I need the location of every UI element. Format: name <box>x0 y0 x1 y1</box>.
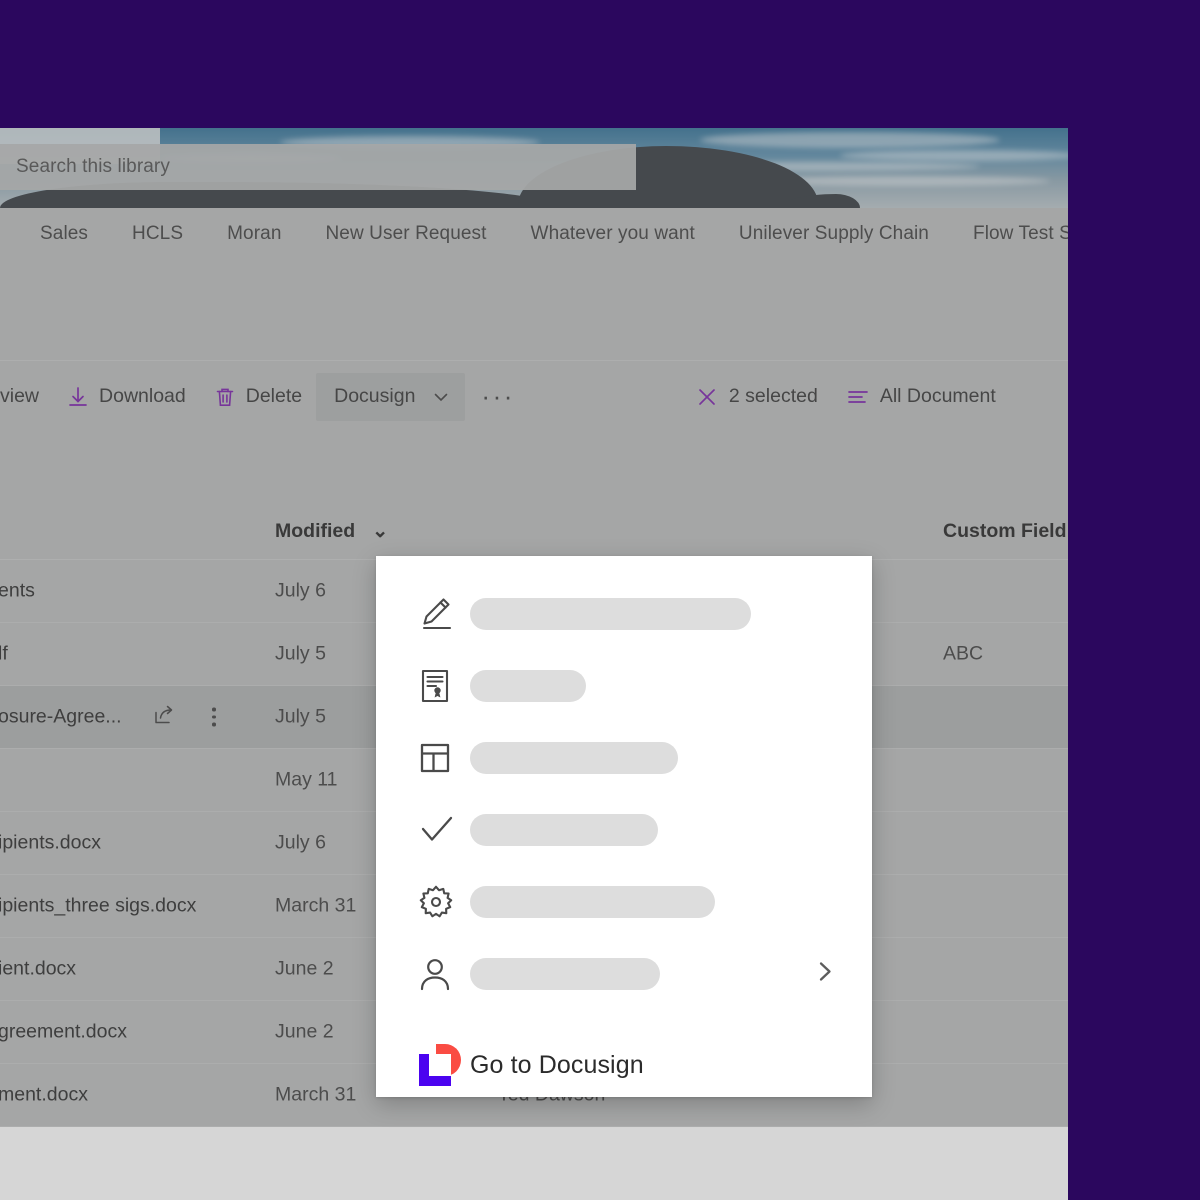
nav-tab-sales[interactable]: Sales <box>18 223 110 245</box>
menu-item-template[interactable] <box>376 722 872 794</box>
chevron-right-icon[interactable] <box>814 959 836 990</box>
trash-icon <box>214 386 236 408</box>
view-switcher-button[interactable]: All Document <box>832 373 1010 421</box>
delete-button[interactable]: Delete <box>200 373 316 421</box>
docusign-menu-items <box>376 556 872 1010</box>
more-commands-button[interactable]: ··· <box>465 373 530 421</box>
clear-selection-button[interactable]: 2 selected <box>681 373 832 421</box>
menu-item-label-placeholder <box>470 598 751 630</box>
download-icon <box>67 386 89 408</box>
file-name[interactable]: ipients.docx <box>0 832 101 855</box>
file-modified: July 5 <box>275 706 326 729</box>
column-header-custom-field[interactable]: Custom Field <box>943 520 1067 543</box>
view-switcher-label: All Document <box>880 385 996 408</box>
menu-item-settings[interactable] <box>376 866 872 938</box>
command-toolbar: view Download <box>0 360 1068 432</box>
list-view-icon <box>846 385 870 409</box>
row-actions <box>152 703 216 732</box>
menu-item-label-placeholder <box>470 958 660 990</box>
file-modified: July 6 <box>275 832 326 855</box>
docusign-dropdown-menu: Go to Docusign <box>376 556 872 1097</box>
file-modified: June 2 <box>275 1021 334 1044</box>
nav-tab-new-user-request[interactable]: New User Request <box>303 223 508 245</box>
file-name[interactable]: greement.docx <box>0 1021 127 1044</box>
nav-tab-flow-test-site[interactable]: Flow Test Site <box>951 223 1068 245</box>
nav-tab-moran[interactable]: Moran <box>205 223 303 245</box>
menu-item-label-placeholder <box>470 742 678 774</box>
content-gap <box>0 260 1068 360</box>
screen: Search this library Sales HCLS Moran New… <box>0 0 1200 1200</box>
search-input[interactable]: Search this library <box>0 144 636 190</box>
signature-pen-icon <box>418 595 470 633</box>
checkmark-icon <box>418 813 470 847</box>
nav-tab-unilever-supply-chain[interactable]: Unilever Supply Chain <box>717 223 951 245</box>
docusign-dropdown-button[interactable]: Docusign <box>316 373 465 421</box>
file-name[interactable]: ment.docx <box>0 1084 88 1107</box>
sort-caret-icon[interactable]: ⌄ <box>372 519 388 543</box>
docusign-logo-icon <box>418 1043 470 1087</box>
file-name[interactable]: ient.docx <box>0 958 76 981</box>
file-name[interactable]: ents <box>0 580 35 603</box>
file-name[interactable]: osure-Agree... <box>0 706 122 729</box>
menu-item-recipients[interactable] <box>376 938 872 1010</box>
menu-item-label-placeholder <box>470 670 586 702</box>
close-icon <box>695 385 719 409</box>
go-to-docusign-button[interactable]: Go to Docusign <box>376 1026 872 1104</box>
view-label: view <box>0 385 39 408</box>
gear-icon <box>418 884 470 920</box>
row-more-options-icon[interactable] <box>212 708 216 727</box>
chevron-down-icon <box>431 387 451 407</box>
menu-item-label-placeholder <box>470 886 715 918</box>
file-name[interactable]: ipients_three sigs.docx <box>0 895 196 918</box>
download-button[interactable]: Download <box>53 373 200 421</box>
file-custom-field: ABC <box>943 643 983 666</box>
download-label: Download <box>99 385 186 408</box>
site-navigation: Sales HCLS Moran New User Request Whatev… <box>0 208 1068 260</box>
certificate-icon <box>418 668 470 704</box>
file-modified: July 5 <box>275 643 326 666</box>
share-icon[interactable] <box>152 703 176 732</box>
selected-count-label: 2 selected <box>729 385 818 408</box>
list-column-headers: Modified ⌄ Custom Field <box>0 432 1068 560</box>
view-button[interactable]: view <box>0 373 53 421</box>
search-placeholder: Search this library <box>16 156 170 178</box>
menu-item-certificate[interactable] <box>376 650 872 722</box>
file-modified: March 31 <box>275 895 356 918</box>
nav-tab-hcls[interactable]: HCLS <box>110 223 205 245</box>
column-header-modified[interactable]: Modified <box>275 520 355 543</box>
go-to-docusign-label: Go to Docusign <box>470 1051 644 1080</box>
file-name[interactable]: lf <box>0 643 8 666</box>
file-modified: May 11 <box>275 769 338 792</box>
app-window: Search this library Sales HCLS Moran New… <box>0 128 1068 1200</box>
delete-label: Delete <box>246 385 302 408</box>
file-modified: March 31 <box>275 1084 356 1107</box>
menu-item-sign[interactable] <box>376 578 872 650</box>
file-modified: July 6 <box>275 580 326 603</box>
person-icon <box>418 956 470 992</box>
nav-tab-whatever-you-want[interactable]: Whatever you want <box>509 223 717 245</box>
file-modified: June 2 <box>275 958 334 981</box>
menu-item-status[interactable] <box>376 794 872 866</box>
menu-item-label-placeholder <box>470 814 658 846</box>
template-layout-icon <box>418 741 470 775</box>
docusign-label: Docusign <box>334 385 415 408</box>
